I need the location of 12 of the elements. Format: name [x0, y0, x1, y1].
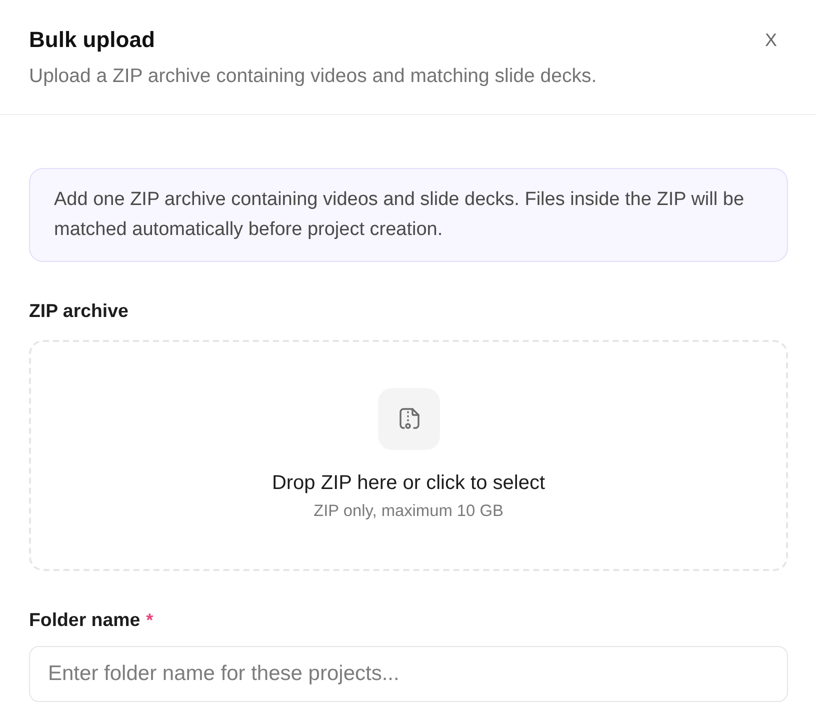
dropzone-hint: ZIP only, maximum 10 GB	[314, 502, 504, 520]
field-label: Folder name	[29, 609, 140, 631]
dialog-title: Bulk upload	[29, 27, 155, 53]
dropzone-title: Drop ZIP here or click to select	[272, 472, 546, 494]
zip-file-icon	[378, 388, 440, 450]
input-field[interactable]: Enter folder name for these projects...	[29, 646, 788, 702]
field-label: ZIP archive	[29, 300, 128, 322]
close-button[interactable]: X	[758, 27, 783, 53]
required-mark: *	[146, 609, 154, 631]
file-dropzone[interactable]: Drop ZIP here or click to select ZIP only, maximum 10 GB	[29, 340, 788, 571]
notice-text: Add one ZIP archive containing videos and slide decks. Files inside the ZIP will be matched automatically before project creation.	[54, 188, 746, 242]
dialog-subtitle: Upload a ZIP archive containing videos and matching slide decks.	[29, 65, 598, 87]
